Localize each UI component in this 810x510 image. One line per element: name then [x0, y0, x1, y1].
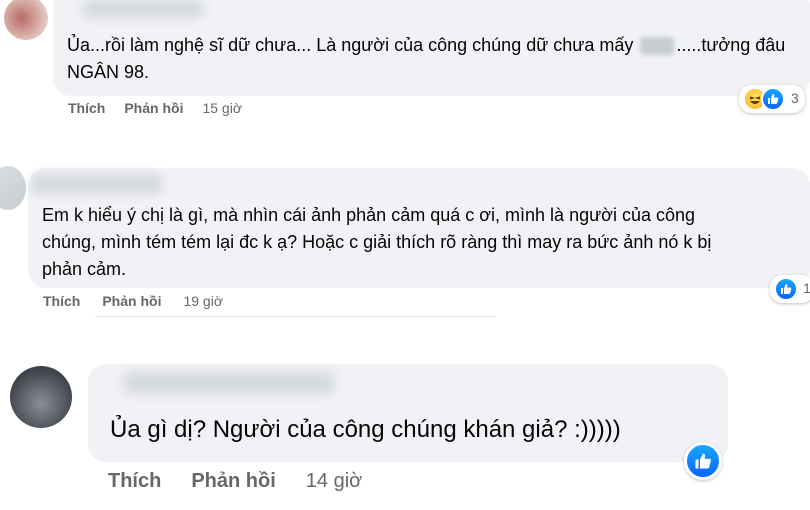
- like-link[interactable]: Thích: [108, 470, 161, 493]
- comment-text: Ủa gì dị? Người của công chúng khán giả?…: [110, 414, 621, 446]
- author-name[interactable]: [83, 0, 203, 18]
- comment-text-line: Ủa...rồi làm nghệ sĩ dữ chưa... Là người…: [67, 35, 634, 55]
- comment-text-line: NGÂN 98.: [67, 62, 150, 82]
- comment-text: Ủa...rồi làm nghệ sĩ dữ chưa... Là người…: [67, 32, 802, 86]
- like-link[interactable]: Thích: [43, 293, 80, 309]
- comment-actions: Thích Phản hồi 19 giờ: [43, 293, 223, 309]
- comment-text-line: Ủa gì dị? Người của công chúng khán giả?…: [110, 416, 621, 443]
- comment-text: Em k hiểu ý chị là gì, mà nhìn cái ảnh p…: [42, 202, 802, 283]
- timestamp[interactable]: 19 giờ: [183, 293, 223, 309]
- comment-bubble: Ủa...rồi làm nghệ sĩ dữ chưa... Là người…: [53, 0, 810, 96]
- comment-bubble: Ủa gì dị? Người của công chúng khán giả?…: [88, 364, 728, 462]
- timestamp[interactable]: 15 giờ: [202, 100, 242, 116]
- comment-3: Ủa gì dị? Người của công chúng khán giả?…: [0, 360, 810, 510]
- reply-link[interactable]: Phản hồi: [191, 470, 275, 493]
- avatar[interactable]: [10, 366, 72, 428]
- redacted-text: [640, 37, 675, 56]
- timestamp[interactable]: 14 giờ: [306, 470, 362, 493]
- reaction-count: 1: [803, 280, 810, 296]
- comment-1: Ủa...rồi làm nghệ sĩ dữ chưa... Là người…: [0, 0, 810, 140]
- comment-bubble: Em k hiểu ý chị là gì, mà nhìn cái ảnh p…: [28, 168, 810, 288]
- comment-text-line: .....tưởng đâu: [676, 35, 786, 55]
- avatar[interactable]: [4, 0, 48, 40]
- comment-actions: Thích Phản hồi 14 giờ: [108, 470, 362, 493]
- like-icon: [761, 87, 785, 111]
- author-name[interactable]: [124, 372, 334, 394]
- reaction-count: 3: [791, 90, 799, 106]
- comment-actions: Thích Phản hồi 15 giờ: [68, 100, 242, 116]
- reply-link[interactable]: Phản hồi: [124, 100, 183, 116]
- author-name[interactable]: [32, 174, 162, 194]
- comment-text-line: phản cảm.: [42, 259, 127, 279]
- comment-text-line: Em k hiểu ý chị là gì, mà nhìn cái ảnh p…: [42, 205, 696, 225]
- like-icon: [774, 277, 798, 301]
- reply-link[interactable]: Phản hồi: [102, 293, 161, 309]
- reaction-summary[interactable]: 3: [739, 85, 805, 113]
- divider: [95, 316, 495, 317]
- reaction-summary[interactable]: 1: [770, 275, 810, 303]
- avatar[interactable]: [0, 166, 26, 210]
- comment-text-line: chúng, mình tém tém lại đc k ạ? Hoặc c g…: [42, 232, 712, 252]
- like-link[interactable]: Thích: [68, 100, 105, 116]
- like-icon[interactable]: [684, 442, 722, 480]
- comment-2: Em k hiểu ý chị là gì, mà nhìn cái ảnh p…: [0, 160, 810, 330]
